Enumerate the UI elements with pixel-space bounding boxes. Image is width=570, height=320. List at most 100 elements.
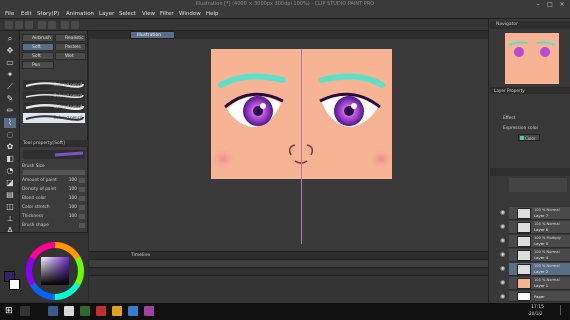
app-icon[interactable]	[96, 306, 106, 316]
eye-icon[interactable]: ◉	[500, 266, 506, 272]
layer-row[interactable]: ◉ 100 % Normal Layer 1	[500, 277, 570, 290]
redo-icon[interactable]	[48, 21, 56, 29]
layer-row[interactable]: ◉ 100 % Multiply Layer 5	[500, 235, 570, 248]
brush-preset[interactable]: Colored pencil	[23, 91, 85, 101]
app-icon[interactable]	[80, 306, 90, 316]
eye-icon[interactable]: ◉	[500, 238, 506, 244]
layer-row[interactable]: ◉ 100 % Normal Layer 7	[500, 207, 570, 220]
layer-row[interactable]: ◉ 100 % Normal Layer 6	[500, 221, 570, 234]
prop-row[interactable]: Density of paint 100	[22, 186, 86, 193]
layer-row[interactable]: ◉ Paper	[500, 291, 570, 302]
subtool-tab-soft[interactable]: Soft	[22, 52, 54, 60]
navigator-preview[interactable]	[505, 33, 559, 84]
spin-icon[interactable]	[79, 223, 85, 228]
zoom-icon[interactable]: ⌕	[4, 34, 16, 44]
fill-icon[interactable]: ◪	[4, 178, 16, 188]
brush-preset[interactable]: Colored pencil	[23, 80, 85, 90]
spin-icon[interactable]	[79, 187, 85, 192]
subtool-tab-realistic[interactable]: Realistic	[55, 34, 86, 42]
prop-row[interactable]: Amount of paint 100	[22, 177, 86, 184]
menu-help[interactable]: Help	[206, 11, 219, 17]
figure-icon[interactable]: ◫	[4, 202, 16, 212]
prop-label: Brush shape	[22, 223, 49, 228]
subtool-tab-airbrush[interactable]: Airbrush	[22, 34, 54, 42]
subtool-tab-soft-pastel[interactable]: Soft pastel	[22, 43, 54, 58]
layer-row-selected[interactable]: ◉ 100 % Normal Layer 2	[500, 263, 570, 276]
subtool-tab-pastels[interactable]: Pastels	[55, 43, 86, 51]
pencil-icon[interactable]: ✏	[4, 106, 16, 116]
prop-row[interactable]: Blend color 100	[22, 195, 86, 202]
timeline-track[interactable]	[89, 268, 488, 276]
show-desktop-button[interactable]	[560, 305, 566, 315]
prop-row[interactable]: Color stretch 100	[22, 204, 86, 211]
menu-edit[interactable]: Edit	[21, 11, 32, 17]
decoration-icon[interactable]: ✿	[4, 142, 16, 152]
menu-animation[interactable]: Animation	[66, 11, 94, 17]
minimize-icon[interactable]: –	[534, 1, 542, 8]
prop-value: 100	[68, 187, 77, 192]
menu-layer[interactable]: Layer	[99, 11, 114, 17]
airbrush-icon[interactable]: ◌	[4, 130, 16, 140]
lasso-icon[interactable]: ✦	[4, 70, 16, 80]
undo-icon[interactable]	[38, 21, 46, 29]
blend-icon[interactable]: ◔	[4, 166, 16, 176]
layer-row[interactable]: ◉ 100 % Normal Layer 4	[500, 249, 570, 262]
eye-icon[interactable]: ◉	[500, 294, 506, 300]
sub-color-swatch[interactable]	[9, 279, 20, 290]
eraser-icon[interactable]: ◧	[4, 154, 16, 164]
timeline-controls[interactable]	[89, 260, 488, 268]
app-icon[interactable]	[128, 306, 138, 316]
window-title: Illustration [*] (4000 × 3000px 300dpi 1…	[195, 1, 375, 7]
menu-story[interactable]: Story(P)	[37, 11, 59, 17]
app-icon[interactable]	[144, 306, 154, 316]
spin-icon[interactable]	[79, 205, 85, 210]
brush-size-slider[interactable]	[23, 170, 85, 175]
brush-preset[interactable]: Colored pencil	[23, 102, 85, 112]
eye-icon[interactable]: ◉	[500, 252, 506, 258]
eye-icon[interactable]: ◉	[500, 210, 506, 216]
explorer-icon[interactable]	[48, 306, 58, 316]
search-icon[interactable]	[20, 306, 30, 316]
symmetry-ruler[interactable]	[301, 49, 302, 244]
select-icon[interactable]: ▭	[4, 58, 16, 68]
eye-icon[interactable]: ◉	[500, 224, 506, 230]
close-icon[interactable]: ×	[558, 1, 566, 8]
subtool-tab-wet[interactable]: Wet	[55, 52, 86, 60]
clear-icon[interactable]	[61, 21, 69, 29]
prop-row[interactable]: Thickness 100	[22, 213, 86, 220]
subtool-tab-pen[interactable]: Pen	[22, 61, 54, 69]
brush-preset-selected[interactable]: Colored pencil	[23, 113, 85, 123]
save-icon[interactable]	[25, 21, 33, 29]
brush-icon[interactable]: ⌇	[4, 118, 16, 128]
eye-icon[interactable]: ◉	[500, 280, 506, 286]
tool-property-header: Tool property[Soft]	[20, 140, 88, 147]
color-wheel[interactable]	[0, 233, 88, 303]
eyedropper-icon[interactable]: ⟋	[4, 82, 16, 92]
gradient-icon[interactable]: ▤	[4, 190, 16, 200]
spin-icon[interactable]	[79, 214, 85, 219]
spin-icon[interactable]	[79, 196, 85, 201]
move-icon[interactable]: ✥	[4, 46, 16, 56]
transform-icon[interactable]	[71, 21, 79, 29]
prop-row[interactable]: Brush shape	[22, 222, 86, 229]
expression-color-select[interactable]: Color	[518, 134, 540, 141]
app-icon[interactable]	[112, 306, 122, 316]
menu-select[interactable]: Select	[119, 11, 136, 17]
brush-preset-label: Colored pencil	[53, 93, 82, 98]
pen-icon[interactable]: ✎	[4, 94, 16, 104]
ruler-icon[interactable]: ⟂	[4, 214, 16, 224]
menu-window[interactable]: Window	[179, 11, 201, 17]
menu-file[interactable]: File	[5, 11, 14, 17]
maximize-icon[interactable]: □	[546, 1, 554, 8]
windows-start-icon[interactable]: ⊞	[5, 306, 15, 316]
new-file-icon[interactable]	[5, 21, 13, 29]
open-icon[interactable]	[15, 21, 23, 29]
effect-label: Effect	[503, 116, 516, 121]
spin-icon[interactable]	[79, 178, 85, 183]
menu-filter[interactable]: Filter	[160, 11, 174, 17]
prop-label: Amount of paint	[22, 178, 57, 183]
clip-studio-icon[interactable]	[64, 306, 74, 316]
menu-view[interactable]: View	[142, 11, 155, 17]
clock-date: 20/1/2	[529, 311, 543, 316]
canvas-tab[interactable]: Illustration	[130, 31, 175, 39]
